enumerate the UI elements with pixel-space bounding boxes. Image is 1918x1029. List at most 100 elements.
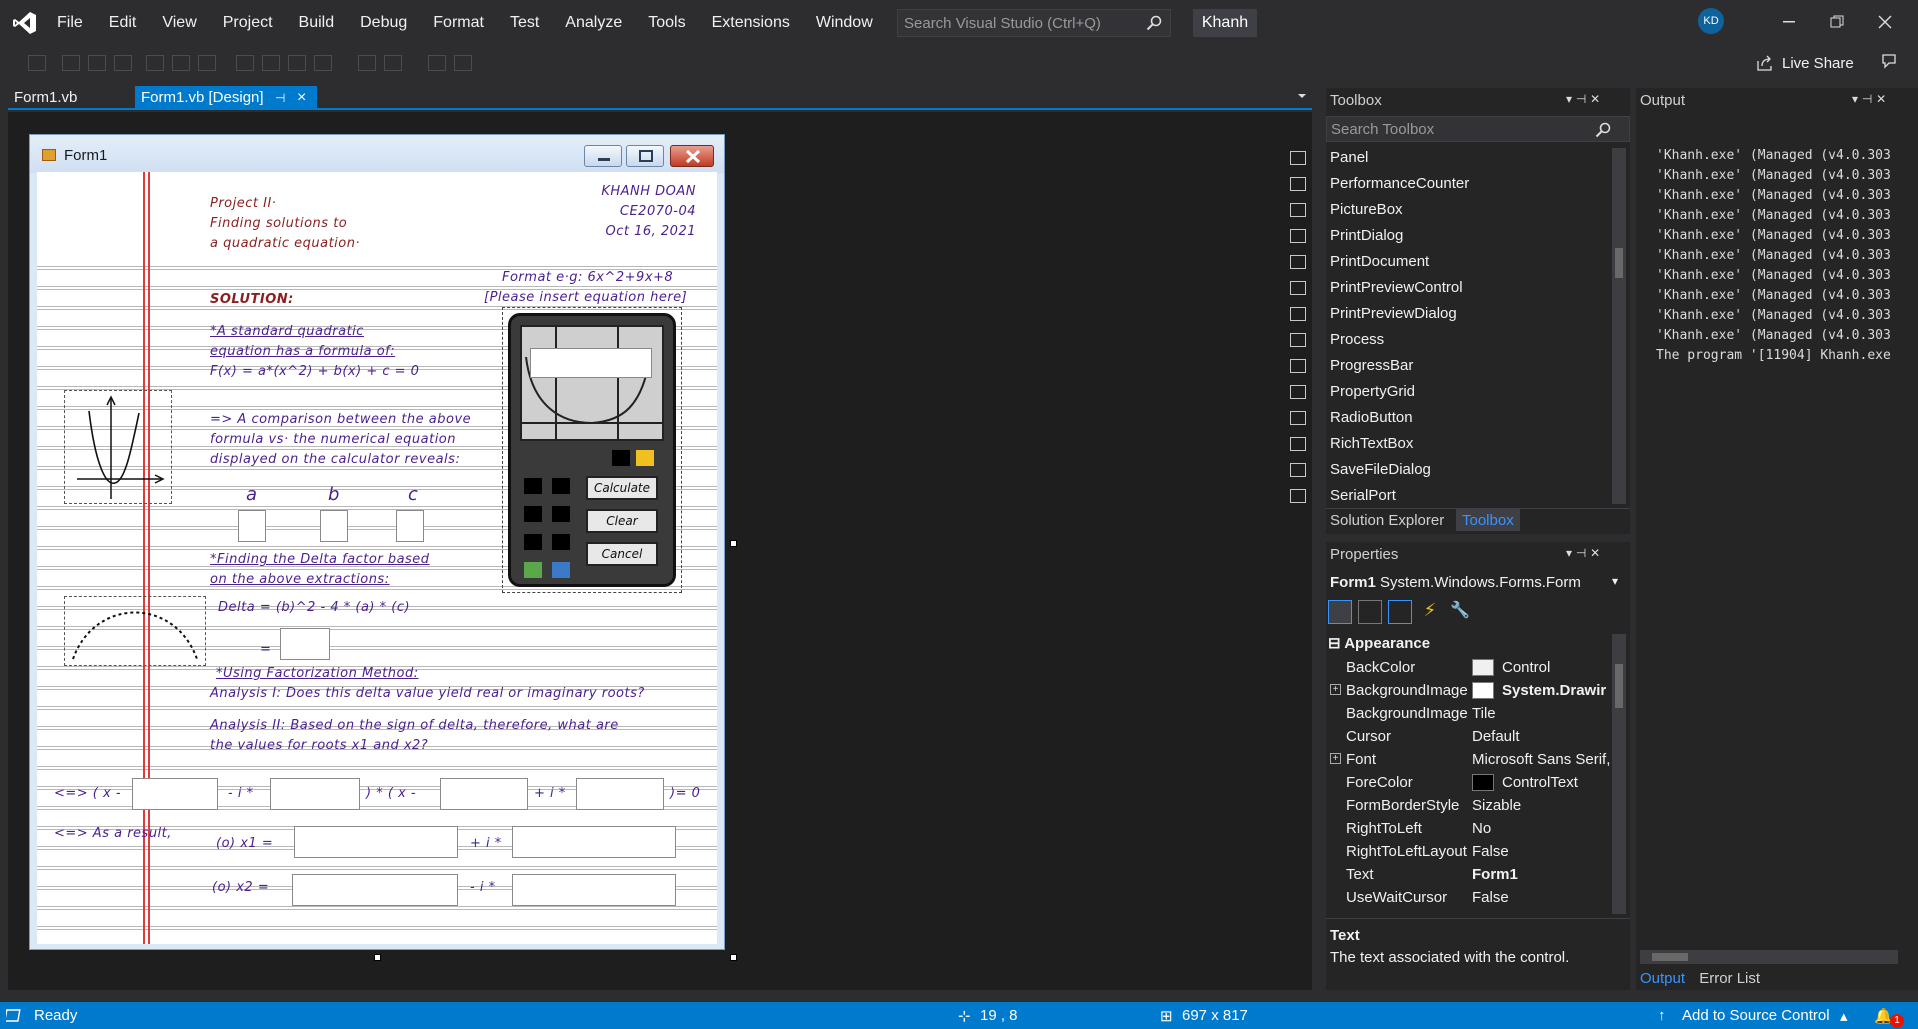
toolbox-item[interactable]: PropertyGrid — [1330, 382, 1415, 402]
parabola-graph-picture[interactable] — [64, 390, 172, 504]
property-row[interactable]: + Font Microsoft Sans Serif, — [1326, 748, 1622, 771]
expand-icon[interactable]: + — [1330, 684, 1341, 695]
property-value[interactable]: Control — [1502, 656, 1622, 679]
property-value[interactable]: Microsoft Sans Serif, — [1472, 748, 1622, 771]
property-value[interactable]: False — [1472, 840, 1622, 863]
output-horizontal-scrollbar[interactable] — [1640, 950, 1898, 964]
property-row[interactable]: Cursor Default — [1326, 725, 1622, 748]
pin-icon[interactable]: ⊣ — [275, 86, 285, 110]
visual-studio-logo-icon[interactable] — [12, 10, 38, 36]
restore-button[interactable] — [1814, 8, 1860, 36]
property-row[interactable]: RightToLeftLayout False — [1326, 840, 1622, 863]
menu-analyze[interactable]: Analyze — [552, 14, 635, 32]
tab-form1-design[interactable]: Form1.vb [Design] ⊣ × — [135, 86, 317, 110]
clear-button[interactable]: Clear — [586, 509, 658, 533]
toolbox-item[interactable]: PrintPreviewControl — [1330, 278, 1463, 298]
align-rights-icon[interactable] — [88, 55, 106, 71]
property-value[interactable]: Default — [1472, 725, 1622, 748]
menu-window[interactable]: Window — [803, 14, 886, 32]
coef-b-textbox[interactable] — [320, 510, 348, 542]
form-close-button[interactable] — [670, 145, 714, 167]
avatar[interactable]: KD — [1698, 8, 1724, 34]
toolbox-item[interactable]: PrintDocument — [1330, 252, 1429, 272]
align-bottoms-icon[interactable] — [172, 55, 190, 71]
resize-handle-bottom[interactable] — [374, 954, 381, 961]
toolbox-item[interactable]: Process — [1330, 330, 1384, 350]
property-row[interactable]: + BackgroundImage System.Drawir — [1326, 679, 1622, 702]
menu-test[interactable]: Test — [497, 14, 552, 32]
property-value[interactable]: Sizable — [1472, 794, 1622, 817]
menu-debug[interactable]: Debug — [347, 14, 420, 32]
toolbox-item[interactable]: ProgressBar — [1330, 356, 1413, 376]
property-row[interactable]: UseWaitCursor False — [1326, 886, 1622, 909]
output-hscroll-thumb[interactable] — [1652, 953, 1688, 961]
property-value[interactable]: System.Drawir — [1502, 679, 1622, 702]
feedback-icon[interactable] — [1880, 52, 1898, 70]
property-row[interactable]: RightToLeft No — [1326, 817, 1622, 840]
menu-format[interactable]: Format — [420, 14, 497, 32]
form-maximize-button[interactable] — [626, 145, 664, 167]
toolbox-item[interactable]: RadioButton — [1330, 408, 1413, 428]
align-middles-icon[interactable] — [146, 55, 164, 71]
tab-toolbox[interactable]: Toolbox — [1456, 509, 1520, 531]
property-value[interactable]: No — [1472, 817, 1622, 840]
cancel-button[interactable]: Cancel — [586, 542, 658, 566]
bring-to-front-icon[interactable] — [428, 55, 446, 71]
tab-output[interactable]: Output — [1640, 970, 1685, 987]
calculator-display-textbox[interactable] — [530, 348, 652, 378]
live-share-button[interactable]: Live Share — [1756, 46, 1854, 80]
properties-object-selector[interactable]: Form1 System.Windows.Forms.Form ▾ — [1330, 574, 1626, 596]
make-same-height-icon[interactable] — [236, 55, 254, 71]
menu-edit[interactable]: Edit — [96, 14, 150, 32]
alphabetical-icon[interactable] — [1358, 600, 1382, 624]
property-row[interactable]: BackgroundImage Tile — [1326, 702, 1622, 725]
tab-list-dropdown-icon[interactable] — [1296, 90, 1308, 102]
tab-error-list[interactable]: Error List — [1699, 970, 1760, 987]
align-tops-icon[interactable] — [114, 55, 132, 71]
output-options-icon[interactable]: ▾ ⊣ ✕ — [1852, 92, 1886, 106]
menu-build[interactable]: Build — [286, 14, 348, 32]
toolbox-item[interactable]: SerialPort — [1330, 486, 1396, 506]
properties-scrollbar[interactable] — [1612, 634, 1626, 914]
size-to-grid-icon[interactable] — [288, 55, 306, 71]
x2-imag-textbox[interactable] — [512, 874, 676, 906]
toolbox-scrollbar[interactable] — [1612, 148, 1626, 504]
tab-solution-explorer[interactable]: Solution Explorer — [1330, 512, 1444, 529]
property-value[interactable]: False — [1472, 886, 1622, 909]
property-row[interactable]: BackColor Control — [1326, 656, 1622, 679]
align-lefts-icon[interactable] — [28, 55, 46, 71]
events-icon[interactable]: ⚡ — [1418, 600, 1442, 624]
make-same-size-icon[interactable] — [262, 55, 280, 71]
factor-imag2-textbox[interactable] — [576, 778, 664, 810]
menu-file[interactable]: File — [44, 14, 96, 32]
search-input[interactable]: Search Visual Studio (Ctrl+Q) — [897, 9, 1171, 37]
properties-icon[interactable] — [1388, 600, 1412, 624]
toolbox-item[interactable]: PrintPreviewDialog — [1330, 304, 1457, 324]
delta-result-textbox[interactable] — [280, 628, 330, 660]
arc-picture[interactable] — [64, 596, 206, 666]
expand-icon[interactable]: + — [1330, 753, 1341, 764]
center-horizontally-icon[interactable] — [384, 55, 402, 71]
x1-real-textbox[interactable] — [294, 826, 458, 858]
property-value[interactable]: Tile — [1472, 702, 1622, 725]
align-centers-icon[interactable] — [62, 55, 80, 71]
property-row[interactable]: FormBorderStyle Sizable — [1326, 794, 1622, 817]
resize-handle-corner[interactable] — [730, 954, 737, 961]
factor-real1-textbox[interactable] — [132, 778, 218, 810]
toolbox-item[interactable]: SaveFileDialog — [1330, 460, 1431, 480]
make-same-width-icon[interactable] — [198, 55, 216, 71]
property-row[interactable]: ForeColor ControlText — [1326, 771, 1622, 794]
x1-imag-textbox[interactable] — [512, 826, 676, 858]
toolbox-item[interactable]: PictureBox — [1330, 200, 1403, 220]
toolbox-item[interactable]: RichTextBox — [1330, 434, 1413, 454]
factor-real2-textbox[interactable] — [440, 778, 528, 810]
close-window-button[interactable] — [1862, 8, 1908, 36]
property-value[interactable]: ControlText — [1502, 771, 1622, 794]
toolbox-item[interactable]: Panel — [1330, 148, 1368, 168]
minimize-button[interactable] — [1766, 8, 1812, 36]
properties-scroll-thumb[interactable] — [1615, 664, 1623, 708]
resize-handle-right[interactable] — [730, 540, 737, 547]
send-to-back-icon[interactable] — [454, 55, 472, 71]
menu-tools[interactable]: Tools — [635, 14, 698, 32]
factor-imag1-textbox[interactable] — [270, 778, 360, 810]
